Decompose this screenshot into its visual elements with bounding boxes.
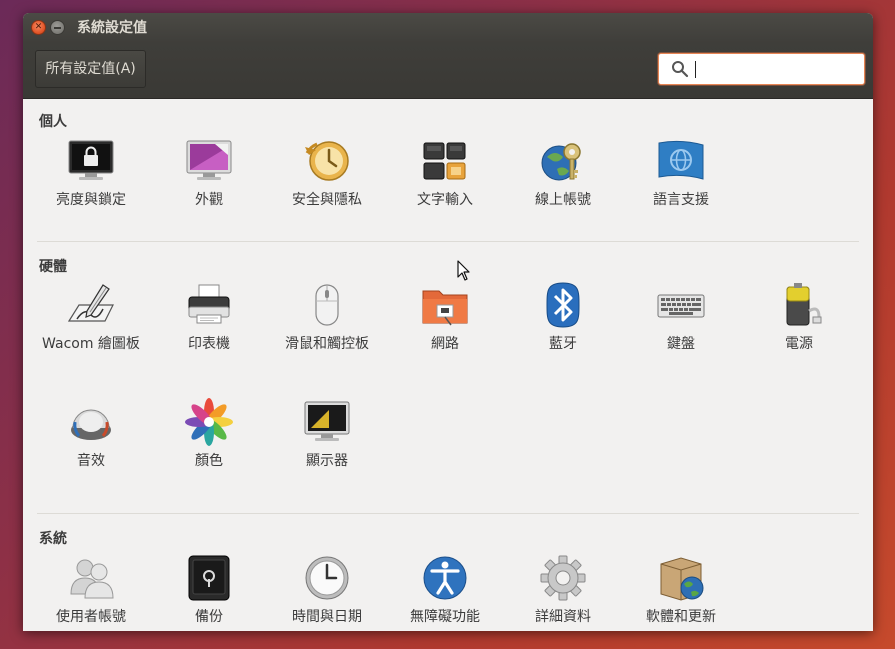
lock-screen-icon: [68, 140, 114, 180]
wacom-tablet-icon: [67, 284, 114, 322]
search-icon: [672, 61, 689, 78]
displays-icon: [304, 401, 350, 441]
backup-icon: [188, 555, 230, 601]
item-label: 線上帳號: [535, 192, 591, 208]
item-label: 電源: [785, 336, 813, 352]
window-title: 系統設定值: [77, 20, 147, 36]
bluetooth-icon: [546, 282, 580, 328]
search-input[interactable]: [695, 58, 855, 80]
item-label: 顏色: [195, 453, 223, 469]
item-label: 顯示器: [306, 453, 348, 469]
item-label: 備份: [195, 609, 223, 625]
section-title-system: 系統: [39, 531, 67, 547]
item-label: 音效: [77, 453, 105, 469]
security-privacy-icon: [305, 141, 349, 181]
item-label: 藍牙: [549, 336, 577, 352]
online-accounts-icon: [541, 143, 581, 181]
item-label: 無障礙功能: [410, 609, 480, 625]
mouse-pointer-icon: [457, 260, 470, 281]
sound-icon: [71, 409, 111, 440]
details-icon: [540, 555, 586, 601]
printer-icon: [188, 284, 230, 324]
settings-content: 個人 亮度與鎖定 外觀 安全與隱私 文字輸入 線上帳號 語言支援 硬體 Waco…: [23, 99, 873, 631]
software-updates-icon: [660, 557, 704, 601]
title-bar: 系統設定值: [23, 13, 873, 43]
toolbar: 所有設定值(A): [23, 43, 873, 99]
language-support-icon: [658, 140, 704, 180]
power-icon: [786, 283, 822, 326]
text-caret: [695, 61, 696, 78]
color-icon: [185, 398, 233, 446]
user-accounts-icon: [70, 559, 114, 599]
minimize-window-button[interactable]: [50, 20, 65, 35]
keyboard-icon: [657, 294, 705, 318]
item-label: 外觀: [195, 192, 223, 208]
item-label: 語言支援: [653, 192, 709, 208]
item-label: 網路: [431, 336, 459, 352]
time-date-icon: [305, 556, 349, 600]
section-title-hardware: 硬體: [39, 259, 67, 275]
section-divider: [37, 513, 859, 514]
item-label: Wacom 繪圖板: [42, 336, 140, 352]
item-label: 詳細資料: [535, 609, 591, 625]
close-window-button[interactable]: [31, 20, 46, 35]
item-label: 安全與隱私: [292, 192, 362, 208]
accessibility-icon: [423, 556, 467, 600]
text-entry-icon: [423, 142, 466, 180]
item-label: 亮度與鎖定: [56, 192, 126, 208]
network-icon: [422, 290, 468, 326]
item-label: 軟體和更新: [646, 609, 716, 625]
section-divider: [37, 241, 859, 242]
settings-window: 系統設定值 所有設定值(A) 個人 亮度與鎖定: [23, 13, 873, 631]
item-label: 滑鼠和觸控板: [285, 336, 369, 352]
appearance-icon: [186, 140, 232, 180]
item-label: 文字輸入: [417, 192, 473, 208]
item-label: 鍵盤: [667, 336, 695, 352]
mouse-icon: [315, 284, 339, 326]
item-label: 使用者帳號: [56, 609, 126, 625]
all-settings-button[interactable]: 所有設定值(A): [35, 50, 146, 88]
search-box[interactable]: [658, 53, 865, 85]
item-label: 印表機: [188, 336, 230, 352]
item-label: 時間與日期: [292, 609, 362, 625]
section-title-personal: 個人: [39, 114, 67, 130]
